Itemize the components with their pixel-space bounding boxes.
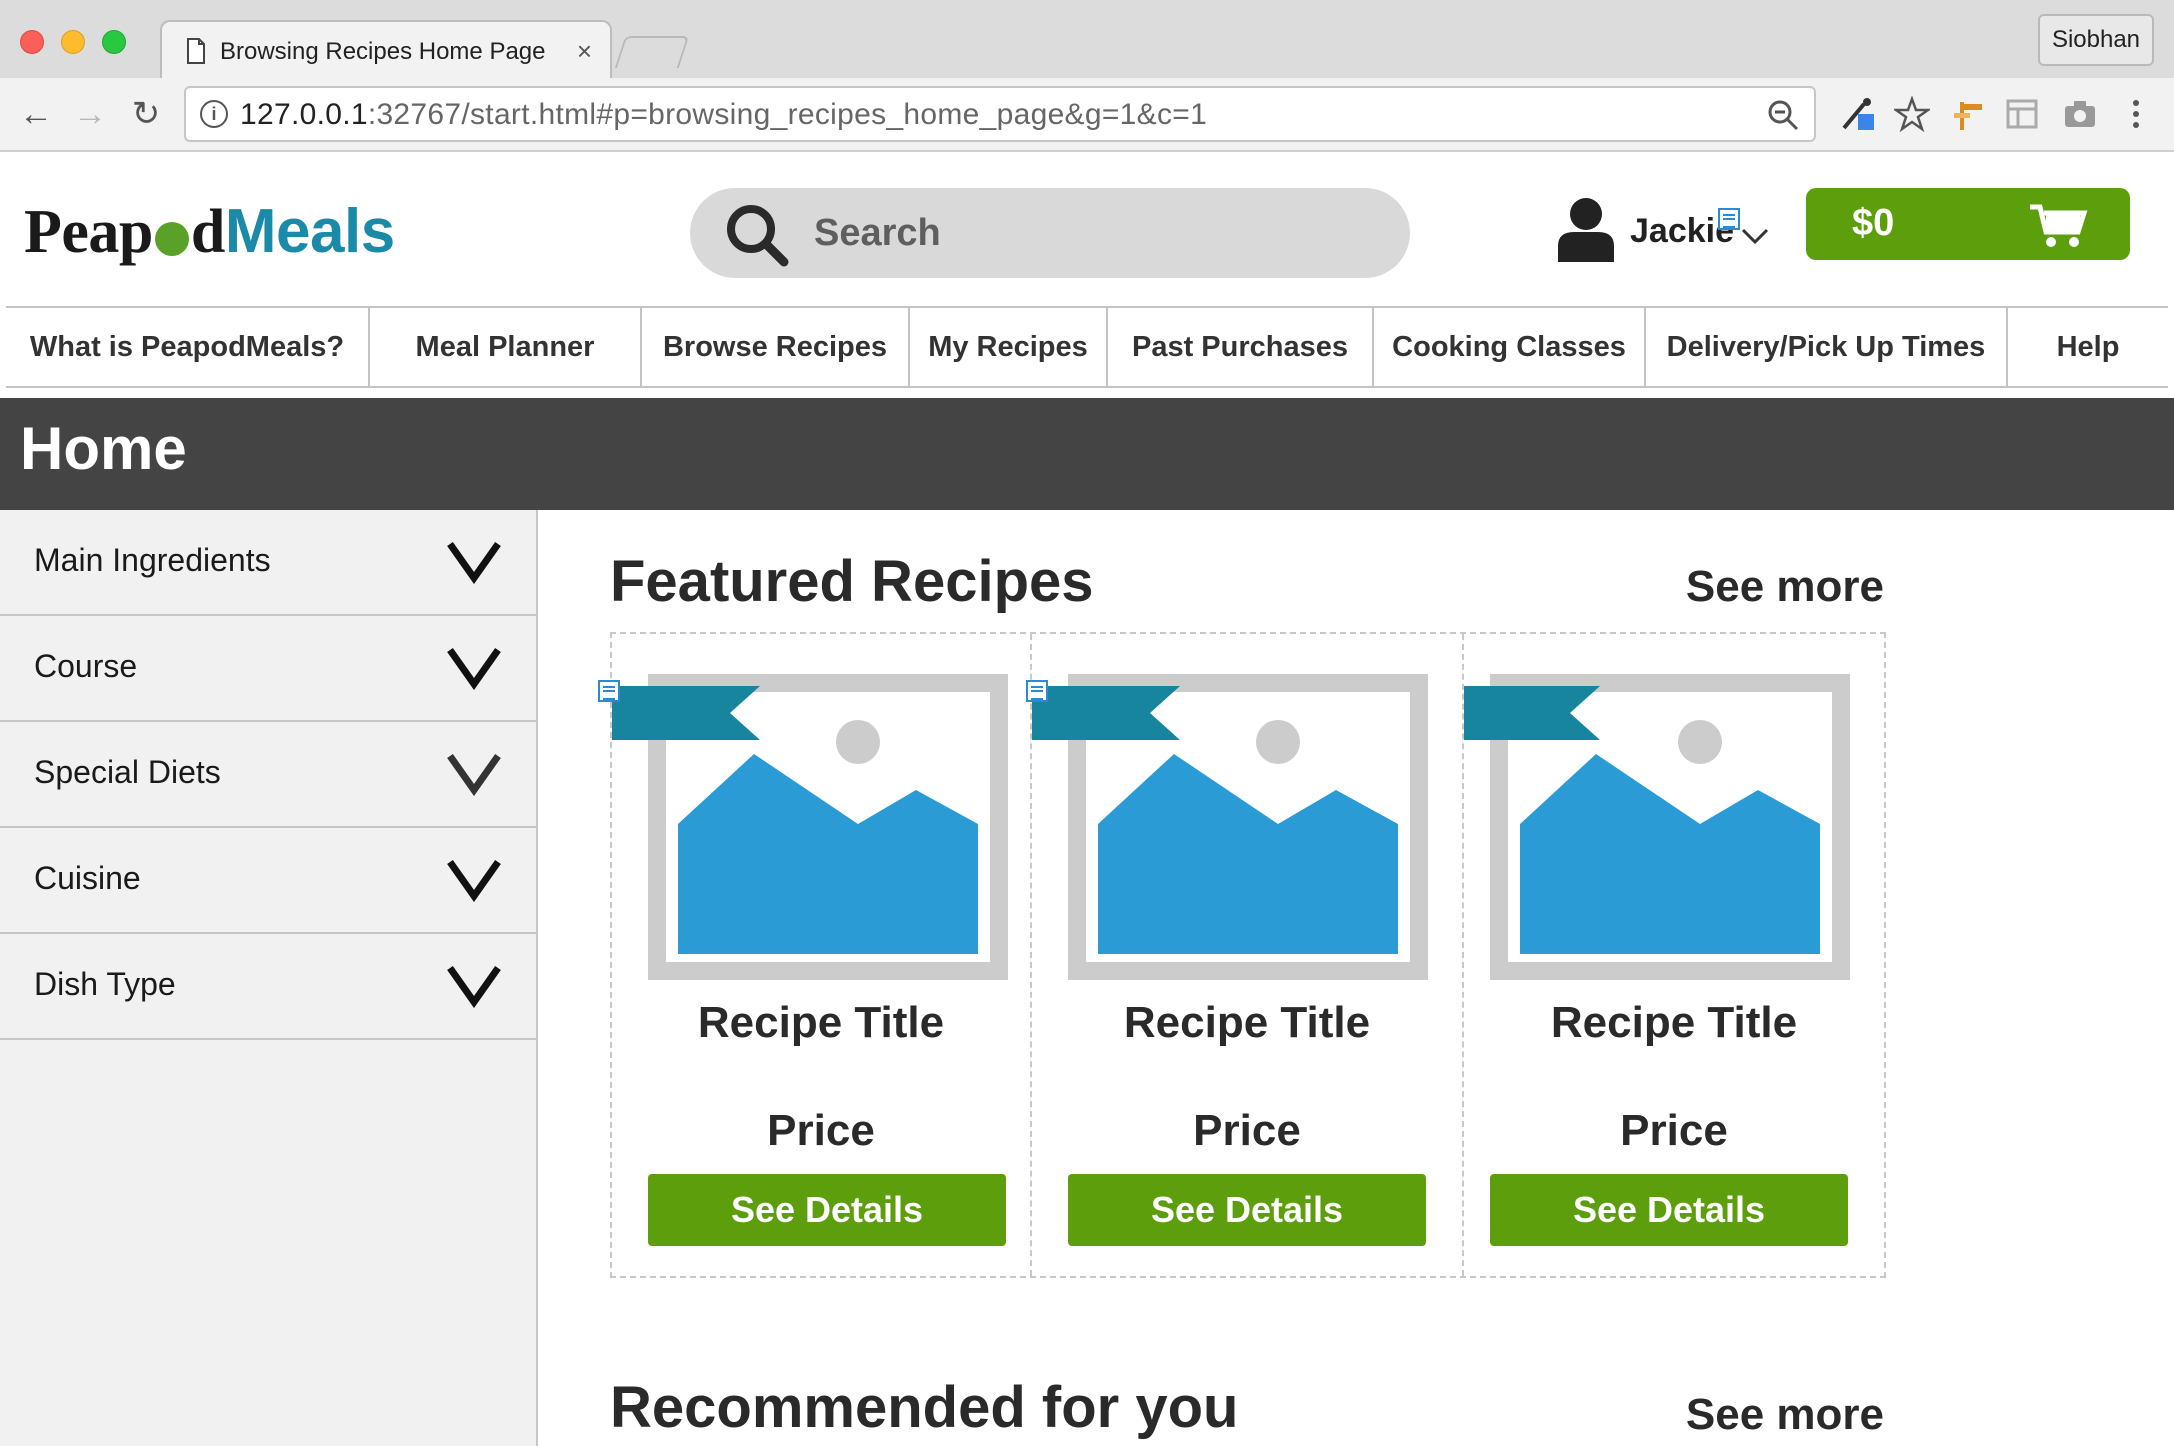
page-header-band: Home bbox=[0, 398, 2174, 510]
nav-item-my-recipes[interactable]: My Recipes bbox=[910, 308, 1108, 386]
tab-strip: Browsing Recipes Home Page × Siobhan bbox=[0, 0, 2174, 78]
logo-text-d: d bbox=[190, 198, 225, 266]
filter-main-ingredients[interactable]: Main Ingredients bbox=[0, 510, 536, 616]
filter-dish-type[interactable]: Dish Type bbox=[0, 934, 536, 1040]
recipe-title[interactable]: Recipe Title bbox=[1032, 998, 1462, 1048]
cart-button[interactable]: $0 bbox=[1806, 188, 2130, 260]
featured-recipes-heading: Featured Recipes bbox=[610, 549, 1094, 614]
filter-cuisine[interactable]: Cuisine bbox=[0, 828, 536, 934]
site-logo[interactable]: Peap dMeals bbox=[24, 196, 395, 268]
maximize-window-button[interactable] bbox=[102, 30, 126, 54]
recipe-card[interactable]: Recipe Title Price See Details bbox=[598, 634, 1030, 1276]
layout-extension-icon[interactable] bbox=[2004, 96, 2040, 132]
document-icon bbox=[187, 38, 205, 64]
shopping-cart-icon bbox=[2030, 204, 2088, 247]
see-details-button[interactable]: See Details bbox=[1068, 1174, 1426, 1246]
chevron-down-icon[interactable] bbox=[446, 538, 502, 584]
page-title: Home bbox=[20, 415, 187, 482]
featured-ribbon-icon bbox=[1032, 686, 1180, 740]
url-host: 127.0.0.1 bbox=[240, 98, 368, 131]
tab-close-icon[interactable]: × bbox=[577, 36, 592, 67]
recipe-price: Price bbox=[767, 1106, 875, 1155]
recipe-title[interactable]: Recipe Title bbox=[1464, 998, 1884, 1048]
chevron-down-icon[interactable] bbox=[446, 750, 502, 796]
close-window-button[interactable] bbox=[20, 30, 44, 54]
nav-item-past-purchases[interactable]: Past Purchases bbox=[1108, 308, 1374, 386]
user-avatar-icon bbox=[1558, 198, 1614, 262]
filter-special-diets[interactable]: Special Diets bbox=[0, 722, 536, 828]
logo-pea-icon bbox=[154, 222, 189, 256]
address-bar[interactable]: i 127.0.0.1:32767/start.html#p=browsing_… bbox=[184, 86, 1816, 142]
new-tab-button[interactable] bbox=[614, 36, 690, 68]
recipe-card[interactable]: Recipe Title Price See Details bbox=[1462, 634, 1884, 1276]
nav-item-cooking-classes[interactable]: Cooking Classes bbox=[1374, 308, 1646, 386]
recommended-see-more-link[interactable]: See more bbox=[1686, 1390, 1884, 1440]
info-icon[interactable]: i bbox=[200, 100, 228, 128]
profile-button[interactable]: Siobhan bbox=[2038, 14, 2154, 66]
filter-label: Main Ingredients bbox=[34, 542, 271, 578]
eyedropper-extension-icon[interactable] bbox=[1840, 96, 1876, 132]
nav-item-help[interactable]: Help bbox=[2008, 308, 2168, 386]
back-button[interactable]: ← bbox=[16, 94, 56, 134]
filter-label: Dish Type bbox=[34, 966, 176, 1002]
browser-tab[interactable]: Browsing Recipes Home Page × bbox=[160, 20, 612, 78]
logo-text-peap: Peap bbox=[24, 198, 153, 266]
main-nav: What is PeapodMeals? Meal Planner Browse… bbox=[6, 306, 2168, 388]
filter-sidebar: Main Ingredients Course Special Diets Cu… bbox=[0, 510, 538, 1446]
chevron-down-icon[interactable] bbox=[446, 644, 502, 690]
see-details-button[interactable]: See Details bbox=[648, 1174, 1006, 1246]
nav-item-meal-planner[interactable]: Meal Planner bbox=[370, 308, 642, 386]
featured-ribbon-icon bbox=[612, 686, 760, 740]
tab-title: Browsing Recipes Home Page bbox=[220, 38, 546, 65]
annotation-note-icon[interactable] bbox=[598, 680, 620, 702]
zoom-icon[interactable] bbox=[1766, 98, 1800, 132]
browser-chrome: Browsing Recipes Home Page × Siobhan ← →… bbox=[0, 0, 2174, 152]
nav-item-browse-recipes[interactable]: Browse Recipes bbox=[642, 308, 910, 386]
featured-ribbon-icon bbox=[1464, 686, 1600, 740]
search-input[interactable] bbox=[814, 206, 1374, 260]
url-text[interactable]: 127.0.0.1:32767/start.html#p=browsing_re… bbox=[240, 98, 1207, 132]
chevron-down-icon[interactable] bbox=[446, 962, 502, 1008]
bookmark-star-icon[interactable] bbox=[1894, 96, 1930, 132]
reload-button[interactable]: ↻ bbox=[126, 94, 166, 134]
minimize-window-button[interactable] bbox=[61, 30, 85, 54]
signpost-extension-icon[interactable] bbox=[1950, 96, 1986, 132]
user-menu[interactable]: Jackie bbox=[1556, 192, 1776, 272]
logo-text-meals: Meals bbox=[224, 197, 395, 266]
filter-course[interactable]: Course bbox=[0, 616, 536, 722]
recipe-price: Price bbox=[1620, 1106, 1728, 1155]
menu-dots-icon[interactable] bbox=[2118, 96, 2154, 132]
filter-label: Special Diets bbox=[34, 754, 221, 790]
recipe-title[interactable]: Recipe Title bbox=[612, 998, 1030, 1048]
forward-button[interactable]: → bbox=[70, 94, 110, 134]
recipe-card[interactable]: Recipe Title Price See Details bbox=[1026, 634, 1462, 1276]
recommended-heading: Recommended for you bbox=[610, 1375, 1239, 1440]
annotation-note-icon[interactable] bbox=[1718, 208, 1740, 230]
featured-recipes-grid: Recipe Title Price See Details Recipe Ti… bbox=[598, 632, 1886, 1278]
recipe-price: Price bbox=[1193, 1106, 1301, 1155]
url-path: :32767/start.html#p=browsing_recipes_hom… bbox=[367, 98, 1208, 131]
cart-amount: $0 bbox=[1852, 202, 1895, 244]
featured-see-more-link[interactable]: See more bbox=[1686, 562, 1884, 612]
annotation-note-icon[interactable] bbox=[1026, 680, 1048, 702]
chevron-down-icon[interactable] bbox=[1740, 226, 1770, 246]
filter-label: Course bbox=[34, 648, 138, 684]
camera-icon[interactable] bbox=[2062, 96, 2098, 132]
nav-item-what-is-peapodmeals[interactable]: What is PeapodMeals? bbox=[6, 308, 370, 386]
nav-item-delivery-times[interactable]: Delivery/Pick Up Times bbox=[1646, 308, 2008, 386]
search-icon[interactable] bbox=[724, 202, 790, 268]
search-bar[interactable] bbox=[690, 188, 1410, 278]
see-details-button[interactable]: See Details bbox=[1490, 1174, 1848, 1246]
filter-label: Cuisine bbox=[34, 860, 141, 896]
chevron-down-icon[interactable] bbox=[446, 856, 502, 902]
